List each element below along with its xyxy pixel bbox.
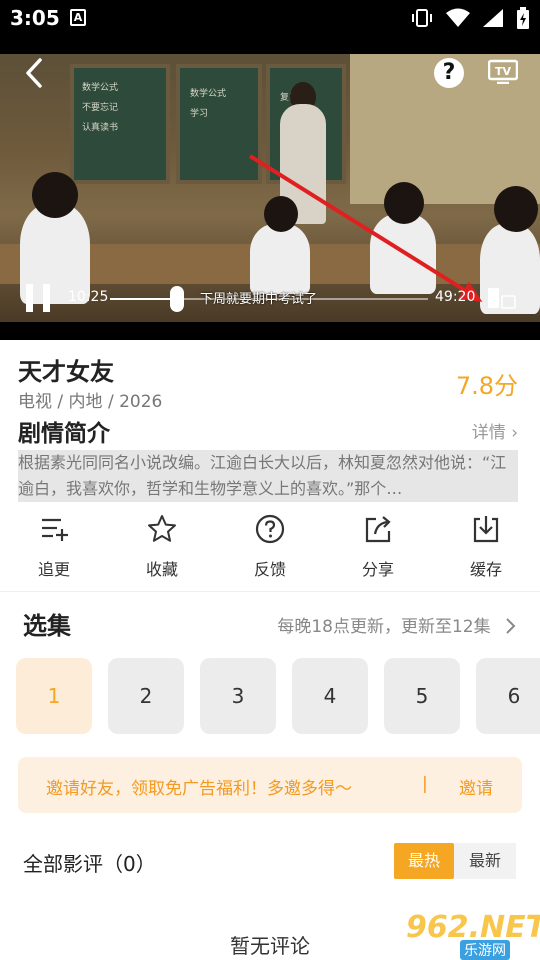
invite-separator: | — [422, 774, 428, 794]
drama-title: 天才女友 — [18, 358, 114, 386]
student-head — [494, 186, 538, 232]
section-divider — [0, 591, 540, 592]
chalkboard: 数学公式 不要忘记 认真读书 — [70, 64, 170, 184]
favorite-button[interactable]: 收藏 — [108, 514, 216, 580]
synopsis-detail-link[interactable]: 详情 › — [472, 418, 518, 443]
episode-button[interactable]: 3 — [200, 658, 276, 734]
signal-icon — [483, 9, 503, 27]
question-icon — [255, 514, 285, 544]
episode-button[interactable]: 2 — [108, 658, 184, 734]
episode-list: 1 2 3 4 5 6 — [16, 658, 540, 734]
status-bar: 3:05 A — [0, 0, 540, 36]
chalk-text: 不要忘记 — [82, 103, 119, 113]
drama-score: 7.8分 — [455, 372, 518, 400]
episode-button[interactable]: 4 — [292, 658, 368, 734]
seek-progress — [110, 298, 177, 300]
current-time: 10:25 — [68, 289, 109, 305]
sort-new-tab[interactable]: 最新 — [454, 843, 516, 879]
fullscreen-icon[interactable] — [486, 284, 518, 310]
invite-banner: 邀请好友，领取免广告福利！多邀多得～ | 邀请 — [18, 757, 522, 813]
follow-button[interactable]: 追更 — [0, 514, 108, 580]
site-watermark-logo: 962.NET 乐游网 — [400, 910, 540, 960]
favorite-label: 收藏 — [145, 560, 178, 579]
help-icon[interactable]: ? — [434, 58, 464, 88]
action-bar: 追更 收藏 反馈 分享 缓存 — [0, 514, 540, 580]
student-head — [264, 196, 298, 232]
status-time: 3:05 — [10, 6, 60, 30]
chalkboard: 数学公式 学习 — [176, 64, 262, 184]
episodes-heading: 选集 — [23, 612, 71, 640]
reviews-heading: 全部影评（0） — [23, 852, 156, 876]
total-time: 49:20 — [435, 289, 476, 305]
follow-list-icon — [42, 518, 68, 541]
chalk-text: 数学公式 — [82, 83, 119, 93]
student-head — [384, 182, 424, 224]
share-button[interactable]: 分享 — [324, 514, 432, 580]
feedback-button[interactable]: 反馈 — [216, 514, 324, 580]
invite-button[interactable]: 邀请 — [459, 774, 493, 799]
feedback-label: 反馈 — [253, 560, 286, 579]
chalk-text: 学习 — [190, 109, 209, 119]
seek-thumb[interactable] — [169, 286, 184, 312]
share-icon — [365, 516, 391, 543]
episode-button[interactable]: 5 — [384, 658, 460, 734]
share-label: 分享 — [361, 560, 394, 579]
player-controls: 10:25 下周就要期中考试了 49:20 — [0, 282, 540, 322]
download-icon — [473, 516, 499, 543]
status-icons — [410, 7, 530, 29]
episode-button[interactable]: 1 — [16, 658, 92, 734]
chevron-right-icon — [506, 618, 516, 634]
video-player[interactable]: 数学公式 不要忘记 认真读书 数学公式 学习 复习 ? TV 10:25 下周就… — [0, 36, 540, 340]
battery-icon — [517, 7, 529, 29]
watermark-site: 乐游网 — [460, 940, 510, 960]
vibrate-icon — [412, 9, 432, 27]
invite-text: 邀请好友，领取免广告福利！多邀多得～ — [46, 779, 352, 799]
download-label: 缓存 — [469, 560, 502, 579]
episodes-note-text: 每晚18点更新，更新至12集 — [277, 617, 491, 637]
synopsis-heading: 剧情简介 — [18, 421, 110, 447]
drama-meta: 电视 / 内地 / 2026 — [18, 392, 163, 412]
sort-hot-tab[interactable]: 最热 — [394, 843, 454, 879]
wifi-icon — [446, 8, 470, 27]
back-icon[interactable] — [20, 56, 50, 90]
episodes-update-note[interactable]: 每晚18点更新，更新至12集 — [277, 612, 518, 637]
episode-button[interactable]: 6 — [476, 658, 540, 734]
pause-icon[interactable] — [26, 284, 50, 312]
subtitle-text: 下周就要期中考试了 — [200, 292, 318, 307]
student-head — [32, 172, 78, 218]
chalk-text: 认真读书 — [82, 123, 119, 133]
follow-label: 追更 — [37, 560, 70, 579]
star-icon — [148, 515, 176, 542]
svg-text:TV: TV — [495, 65, 512, 78]
chalk-text: 数学公式 — [190, 89, 227, 99]
synopsis-text[interactable]: 根据素光同同名小说改编。江逾白长大以后，林知夏忽然对他说：“江逾白，我喜欢你，哲… — [18, 450, 518, 502]
tv-cast-icon[interactable]: TV — [488, 58, 518, 84]
download-button[interactable]: 缓存 — [432, 514, 540, 580]
notification-a-icon: A — [70, 9, 86, 26]
